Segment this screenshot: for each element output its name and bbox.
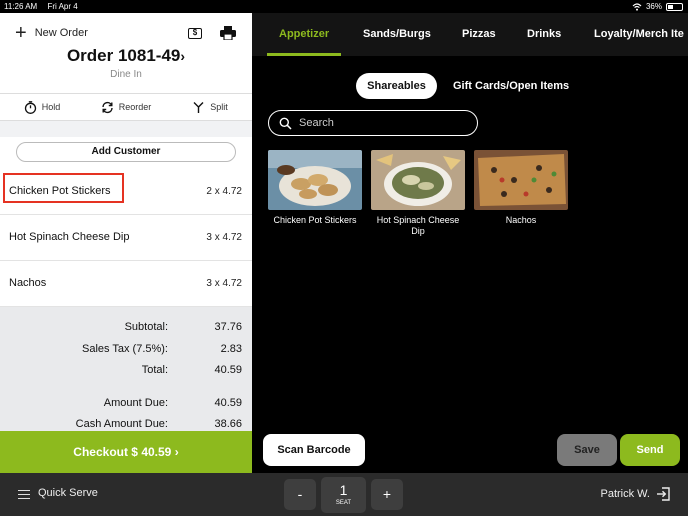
order-title[interactable]: Order 1081-49› [0, 46, 252, 66]
user-name: Patrick W. [600, 488, 650, 500]
reorder-icon [102, 101, 113, 113]
order-item-qty: 3 x 4.72 [206, 232, 242, 243]
tab-sands-burgs[interactable]: Sands/Burgs [363, 13, 431, 56]
order-actions: Hold Reorder Split [0, 93, 252, 121]
divider [0, 121, 252, 137]
food-image [371, 150, 465, 210]
tab-pizzas[interactable]: Pizzas [462, 13, 496, 56]
add-customer-row: Add Customer [0, 137, 252, 169]
menu-item-tile[interactable]: Chicken Pot Stickers [268, 150, 362, 226]
menu-item-name: Nachos [505, 215, 537, 225]
status-time: 11:26 AM [4, 2, 38, 11]
battery-icon [666, 2, 683, 11]
seat-decrement-button[interactable]: - [284, 479, 316, 510]
bottom-bar: Quick Serve - 1 SEAT + Patrick W. [0, 473, 688, 516]
order-item-name: Nachos [9, 277, 47, 289]
search-icon [279, 117, 292, 130]
split-icon [193, 101, 204, 113]
new-order-button[interactable]: + New Order [15, 22, 88, 44]
order-item-qty: 3 x 4.72 [206, 278, 242, 289]
menu-item-name: Hot Spinach Cheese Dip [376, 215, 460, 236]
order-type: Dine In [110, 69, 142, 80]
checkout-button[interactable]: Checkout $ 40.59 › [0, 431, 252, 473]
order-item-name: Chicken Pot Stickers [9, 185, 111, 197]
status-bar: 11:26 AM Fri Apr 4 36% [0, 0, 688, 13]
seat-increment-button[interactable]: + [371, 479, 403, 510]
subcategory-shareables[interactable]: Shareables [356, 73, 437, 99]
order-item-name: Hot Spinach Cheese Dip [9, 231, 130, 243]
printer-icon[interactable] [220, 26, 236, 40]
tab-loyalty-merch[interactable]: Loyalty/Merch Ite [594, 13, 684, 56]
reorder-button[interactable]: Reorder [84, 94, 168, 120]
menu-item-tile[interactable]: Nachos [474, 150, 568, 226]
seat-number: 1 [339, 482, 348, 498]
add-customer-button[interactable]: Add Customer [16, 142, 236, 162]
send-button[interactable]: Send [620, 434, 680, 466]
chevron-right-icon: › [180, 48, 186, 64]
order-item-row[interactable]: Hot Spinach Cheese Dip 3 x 4.72 [0, 215, 252, 261]
seat-label: SEAT [335, 500, 352, 506]
order-item-row[interactable]: Nachos 3 x 4.72 [0, 261, 252, 307]
save-button[interactable]: Save [557, 434, 617, 466]
order-header: + New Order $ Order 1081-49› Dine In [0, 13, 252, 93]
tab-appetizer[interactable]: Appetizer [267, 13, 342, 56]
battery-percent: 36% [645, 2, 662, 11]
new-order-label: New Order [34, 27, 88, 39]
hold-button[interactable]: Hold [0, 94, 84, 120]
category-tabs: Appetizer Sands/Burgs Pizzas Drinks Loya… [252, 13, 688, 56]
hamburger-menu-icon[interactable] [18, 490, 30, 499]
mode-label[interactable]: Quick Serve [38, 487, 98, 499]
order-item-qty: 2 x 4.72 [206, 186, 242, 197]
order-panel: + New Order $ Order 1081-49› Dine In Hol… [0, 13, 252, 473]
order-item-row[interactable]: Chicken Pot Stickers 2 x 4.72 [0, 169, 252, 215]
seat-selector[interactable]: 1 SEAT [321, 477, 366, 513]
scan-barcode-button[interactable]: Scan Barcode [263, 434, 365, 466]
cash-icon[interactable]: $ [188, 28, 202, 39]
totals-section: Subtotal: 37.76 Sales Tax (7.5%): 2.83 T… [0, 307, 252, 431]
split-button[interactable]: Split [168, 94, 252, 120]
status-date: Fri Apr 4 [47, 2, 78, 11]
food-image [268, 150, 362, 210]
subcategory-gift-cards[interactable]: Gift Cards/Open Items [453, 73, 569, 99]
menu-item-name: Chicken Pot Stickers [273, 215, 357, 225]
logout-icon[interactable] [656, 487, 670, 501]
timer-icon [24, 100, 36, 114]
menu-item-tile[interactable]: Hot Spinach Cheese Dip [371, 150, 465, 237]
food-image [474, 150, 568, 210]
plus-icon: + [15, 22, 27, 44]
wifi-icon [632, 2, 642, 11]
search-placeholder: Search [299, 117, 334, 129]
tab-drinks[interactable]: Drinks [527, 13, 561, 56]
search-input[interactable]: Search [268, 110, 478, 136]
chevron-right-icon: › [174, 445, 179, 459]
